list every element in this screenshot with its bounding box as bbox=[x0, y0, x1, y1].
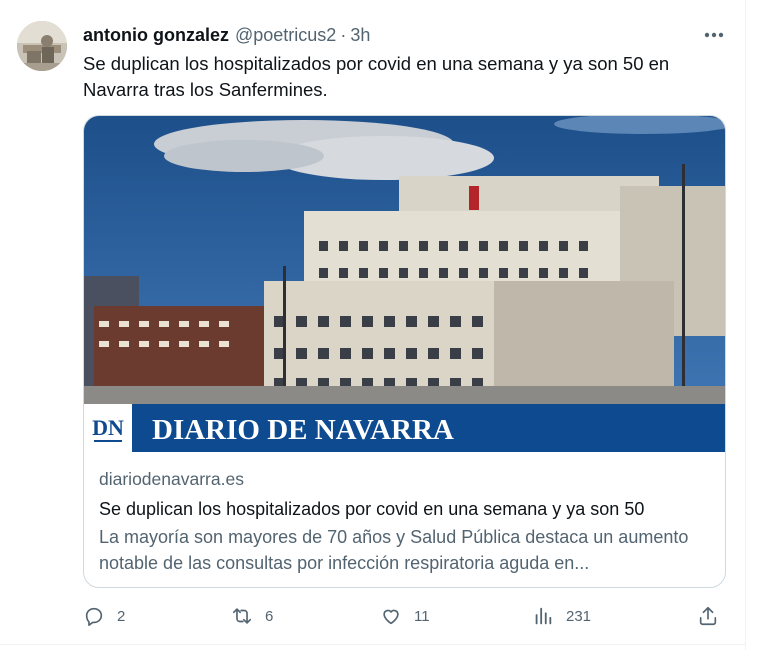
repost-count: 6 bbox=[265, 607, 274, 625]
card-image[interactable]: DN DIARIO DE NAVARRA bbox=[84, 116, 725, 452]
card-title: Se duplican los hospitalizados por covid… bbox=[99, 499, 645, 519]
views-icon bbox=[535, 607, 552, 625]
more-options-button[interactable] bbox=[702, 24, 726, 46]
avatar[interactable] bbox=[17, 21, 67, 71]
like-count: 11 bbox=[414, 607, 430, 625]
share-button[interactable] bbox=[697, 603, 719, 629]
like-icon bbox=[383, 609, 399, 625]
views-count: 231 bbox=[566, 607, 592, 625]
tweet-text: Se duplican los hospitalizados por covid… bbox=[83, 53, 670, 100]
tweet-header: antonio gonzalez @poetricus2 · 3h bbox=[83, 24, 370, 46]
timestamp[interactable]: 3h bbox=[350, 25, 370, 46]
reply-count: 2 bbox=[117, 607, 126, 625]
card-logo-mark: DN bbox=[92, 415, 124, 440]
reply-icon bbox=[85, 607, 103, 626]
like-button[interactable]: 11 bbox=[380, 603, 430, 629]
tweet-bottom-border bbox=[0, 644, 746, 645]
views-button[interactable]: 231 bbox=[532, 603, 591, 629]
card-domain: diariodenavarra.es bbox=[99, 469, 244, 489]
tweet-actions: 2 6 11 231 bbox=[83, 603, 723, 629]
author-name[interactable]: antonio gonzalez bbox=[83, 25, 229, 46]
share-icon bbox=[699, 606, 717, 626]
card-description: La mayoría son mayores de 70 años y Salu… bbox=[99, 527, 689, 573]
avatar-photo bbox=[17, 21, 67, 71]
reply-button[interactable]: 2 bbox=[83, 603, 125, 629]
timeline-right-border bbox=[745, 0, 746, 650]
more-icon bbox=[704, 32, 724, 38]
link-card[interactable]: DN DIARIO DE NAVARRA diariodenavarra.es … bbox=[83, 115, 726, 588]
card-body: diariodenavarra.es Se duplican los hospi… bbox=[99, 466, 711, 576]
author-handle[interactable]: @poetricus2 bbox=[235, 25, 336, 46]
repost-icon bbox=[232, 608, 252, 624]
separator-dot: · bbox=[340, 24, 347, 45]
card-logo-text: DIARIO DE NAVARRA bbox=[152, 414, 454, 446]
repost-button[interactable]: 6 bbox=[231, 603, 273, 629]
